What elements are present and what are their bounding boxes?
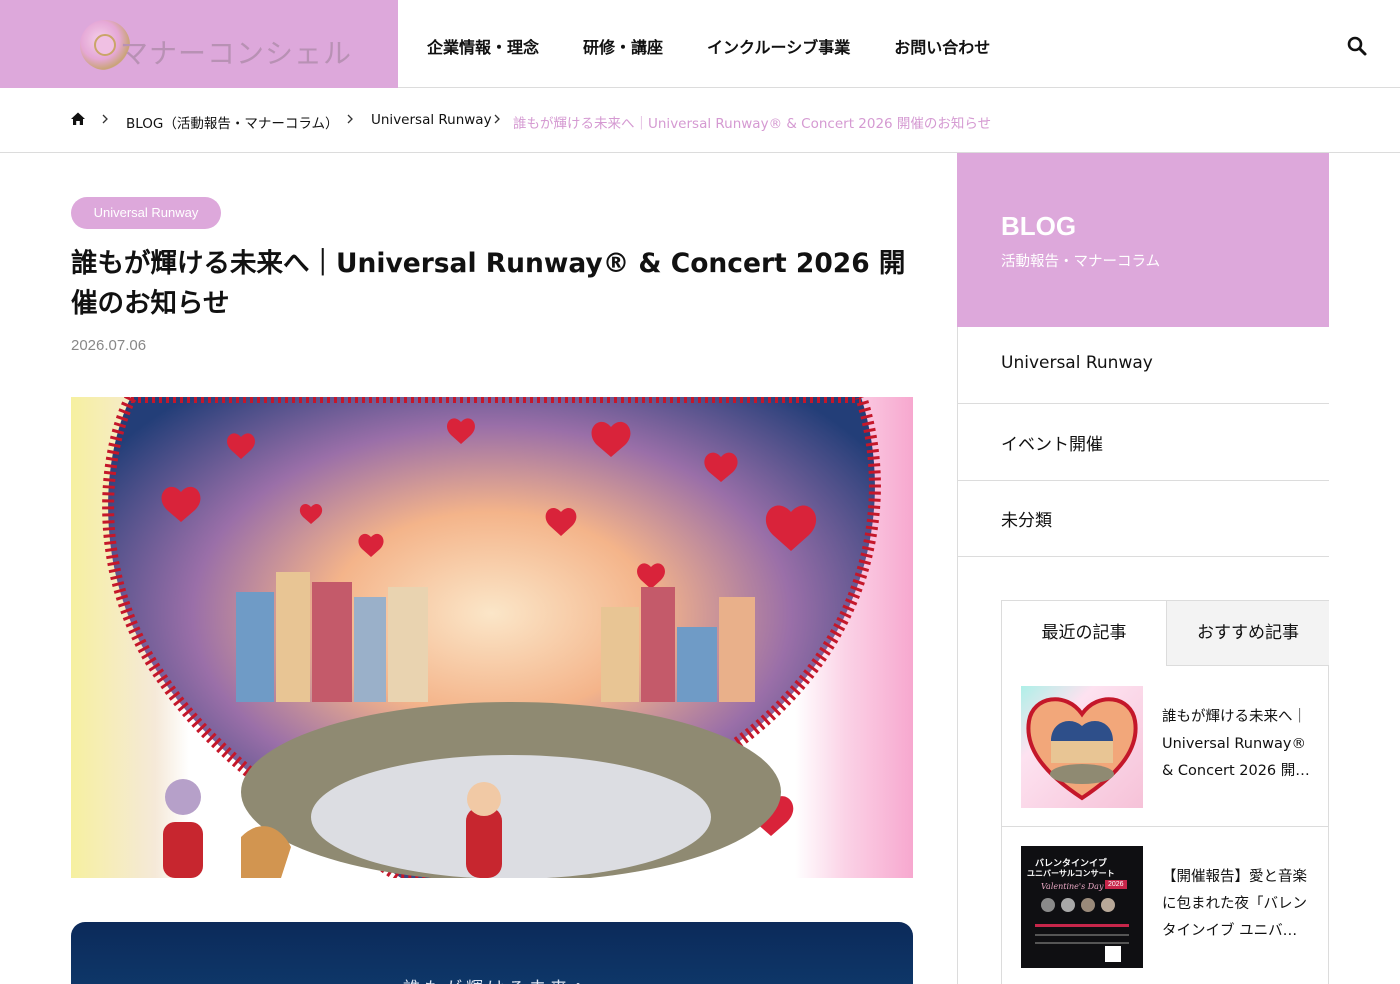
sidebar-subtitle: 活動報告・マナーコラム xyxy=(1001,254,1161,270)
tab-recent-posts[interactable]: 最近の記事 xyxy=(1002,601,1166,666)
sidebar-category-label: イベント開催 xyxy=(1001,435,1103,455)
event-banner-text: 誰もが輝ける未来へ xyxy=(403,974,592,984)
sidebar-category-uncategorized[interactable]: 未分類 xyxy=(957,480,1329,557)
post-thumbnail xyxy=(1021,686,1143,808)
sidebar-category-label: Universal Runway xyxy=(1001,353,1153,373)
nav-item-inclusive[interactable]: インクルーシブ事業 xyxy=(707,34,850,58)
poster-rule xyxy=(1035,942,1129,944)
chevron-right-icon xyxy=(494,114,500,124)
article-hero-image xyxy=(71,397,913,878)
category-badge[interactable]: Universal Runway xyxy=(71,197,221,229)
nav-item-company[interactable]: 企業情報・理念 xyxy=(427,34,539,58)
nav-item-contact[interactable]: お問い合わせ xyxy=(894,34,990,58)
chevron-right-icon xyxy=(102,114,108,124)
list-item[interactable]: バレンタインイブ ユニバーサルコンサート Valentine's Day 202… xyxy=(1002,827,1328,984)
tab-recommended-posts[interactable]: おすすめ記事 xyxy=(1166,601,1329,666)
sidebar-category-universal-runway[interactable]: Universal Runway xyxy=(957,327,1329,404)
breadcrumb: BLOG（活動報告・マナーコラム） Universal Runway 誰もが輝け… xyxy=(0,88,1400,153)
search-icon[interactable] xyxy=(1346,35,1368,57)
sidebar-header: BLOG 活動報告・マナーコラム xyxy=(957,153,1329,327)
post-title: 誰もが輝ける未来へ｜Universal Runway® & Concert 20… xyxy=(1162,709,1310,779)
site-header: マナーコンシェル 企業情報・理念 研修・講座 インクルーシブ事業 お問い合わせ xyxy=(0,0,1400,88)
logo[interactable]: マナーコンシェル xyxy=(0,0,398,88)
poster-portrait xyxy=(1101,898,1115,912)
heart-town-illustration xyxy=(102,397,881,878)
post-tabs: 最近の記事 おすすめ記事 誰もが輝ける未来へ｜Universal Runway®… xyxy=(1001,600,1329,984)
sidebar-category-label: 未分類 xyxy=(1001,511,1052,531)
chevron-right-icon xyxy=(347,114,353,124)
sidebar-category-event[interactable]: イベント開催 xyxy=(957,404,1329,481)
poster-portrait xyxy=(1041,898,1055,912)
poster-portrait xyxy=(1061,898,1075,912)
breadcrumb-category[interactable]: Universal Runway xyxy=(371,112,492,128)
breadcrumb-blog[interactable]: BLOG（活動報告・マナーコラム） xyxy=(126,112,338,132)
article-date: 2026.07.06 xyxy=(71,337,147,354)
breadcrumb-current: 誰もが輝ける未来へ｜Universal Runway® & Concert 20… xyxy=(513,116,992,132)
article-title: 誰もが輝ける未来へ｜Universal Runway® & Concert 20… xyxy=(71,248,906,319)
list-item[interactable]: 誰もが輝ける未来へ｜Universal Runway® & Concert 20… xyxy=(1002,666,1328,827)
sidebar-title: BLOG xyxy=(1001,211,1077,241)
post-thumbnail: バレンタインイブ ユニバーサルコンサート Valentine's Day 202… xyxy=(1021,846,1143,968)
nav-item-training[interactable]: 研修・講座 xyxy=(583,34,663,58)
poster-script: Valentine's Day xyxy=(1041,882,1104,891)
poster-subtitle: ユニバーサルコンサート xyxy=(1027,869,1115,878)
poster-year: 2026 xyxy=(1105,880,1127,889)
poster-rule xyxy=(1035,934,1129,936)
qr-code-icon xyxy=(1105,946,1121,962)
event-banner: 誰もが輝ける未来へ xyxy=(71,922,913,984)
home-icon[interactable] xyxy=(70,111,86,127)
logo-text: マナーコンシェル xyxy=(120,37,353,70)
main-nav: 企業情報・理念 研修・講座 インクルーシブ事業 お問い合わせ xyxy=(427,34,990,58)
poster-rule xyxy=(1035,924,1129,927)
poster-portrait xyxy=(1081,898,1095,912)
post-title: 【開催報告】愛と音楽に包まれた夜「バレンタインイブ ユニバーサルコンサート」 xyxy=(1162,869,1307,939)
